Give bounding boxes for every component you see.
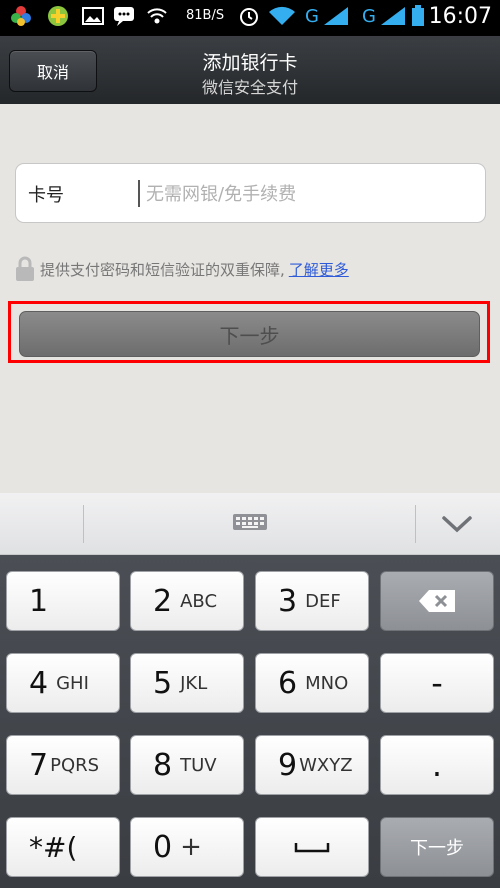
key-9[interactable]: 9 WXYZ: [255, 735, 369, 795]
key-symbol: .: [431, 746, 443, 784]
keyboard-toolbar: [0, 493, 500, 555]
page-subtitle: 微信安全支付: [201, 78, 298, 97]
wifi-hotspot-icon: [147, 8, 167, 24]
backspace-key[interactable]: [380, 571, 494, 631]
key-0[interactable]: 0 +: [130, 817, 244, 877]
key-letters: ABC: [180, 590, 218, 612]
toolbar-divider: [415, 505, 416, 543]
numeric-keyboard: 1 2 ABC 3 DEF 4 GHI 5 JKL 6 MNO - 7 PQRS…: [0, 493, 500, 888]
card-number-label: 卡号: [28, 185, 64, 206]
image-icon: [82, 7, 104, 25]
chevron-down-icon[interactable]: [440, 513, 474, 535]
key-digit: 7: [29, 747, 49, 783]
key-1[interactable]: 1: [6, 571, 120, 631]
security-note-text: 提供支付密码和短信验证的双重保障,: [40, 260, 285, 279]
battery-icon: [412, 5, 424, 26]
key-letters: DEF: [305, 590, 341, 612]
key-digit: 6: [278, 665, 298, 701]
clock-time: 16:07: [428, 4, 492, 29]
key-7[interactable]: 7 PQRS: [6, 735, 120, 795]
security-note: 提供支付密码和短信验证的双重保障, 了解更多: [14, 254, 349, 284]
signal-icon: [381, 7, 405, 25]
next-button-highlight: 下一步: [8, 301, 490, 363]
key-digit: 5: [153, 665, 173, 701]
next-button[interactable]: 下一步: [19, 311, 480, 357]
card-number-box[interactable]: 卡号: [15, 163, 486, 223]
message-icon: [114, 7, 134, 26]
card-number-input[interactable]: [138, 174, 478, 214]
key-4[interactable]: 4 GHI: [6, 653, 120, 713]
plus-app-icon: [48, 6, 68, 26]
status-bar: 81B/S G G 16:07: [0, 0, 500, 36]
title-bar: 取消 添加银行卡 微信安全支付: [0, 36, 500, 104]
key-letters: MNO: [305, 672, 349, 694]
key-symbol: -: [431, 664, 443, 702]
keyboard-next-key[interactable]: 下一步: [380, 817, 494, 877]
toolbar-divider: [83, 505, 84, 543]
net-speed: 81B/S: [186, 8, 225, 23]
learn-more-link[interactable]: 了解更多: [289, 259, 349, 280]
backspace-icon: [419, 590, 455, 612]
key-letters: WXYZ: [299, 754, 353, 776]
alarm-icon: [240, 8, 258, 26]
key-letters: +: [180, 832, 202, 862]
key-letters: PQRS: [50, 754, 100, 776]
minus-key[interactable]: -: [380, 653, 494, 713]
key-digit: 3: [278, 583, 298, 619]
carrier-1: G: [305, 6, 319, 27]
lock-icon: [16, 256, 34, 281]
key-letters: JKL: [180, 672, 208, 694]
carrier-2: G: [362, 6, 376, 27]
key-5[interactable]: 5 JKL: [130, 653, 244, 713]
key-symbol: *#(: [29, 830, 78, 864]
key-symbols[interactable]: *#(: [6, 817, 120, 877]
wifi-icon: [269, 6, 295, 26]
key-label: 下一步: [410, 838, 464, 859]
clover-icon: [11, 6, 31, 26]
dot-key[interactable]: .: [380, 735, 494, 795]
space-key[interactable]: [255, 817, 369, 877]
keyboard-icon[interactable]: [231, 511, 269, 535]
key-digit: 9: [278, 747, 298, 783]
signal-icon: [324, 7, 348, 25]
page-title: 添加银行卡: [202, 52, 298, 74]
key-letters: GHI: [56, 672, 89, 694]
key-digit: 0: [153, 829, 173, 865]
key-digit: 8: [153, 747, 173, 783]
key-6[interactable]: 6 MNO: [255, 653, 369, 713]
key-digit: 2: [153, 583, 173, 619]
key-digit: 4: [29, 665, 49, 701]
key-2[interactable]: 2 ABC: [130, 571, 244, 631]
key-digit: 1: [29, 583, 49, 619]
key-3[interactable]: 3 DEF: [255, 571, 369, 631]
keyboard-keys: 1 2 ABC 3 DEF 4 GHI 5 JKL 6 MNO - 7 PQRS…: [0, 555, 500, 888]
key-letters: TUV: [180, 754, 217, 776]
key-8[interactable]: 8 TUV: [130, 735, 244, 795]
space-icon: [294, 843, 330, 853]
